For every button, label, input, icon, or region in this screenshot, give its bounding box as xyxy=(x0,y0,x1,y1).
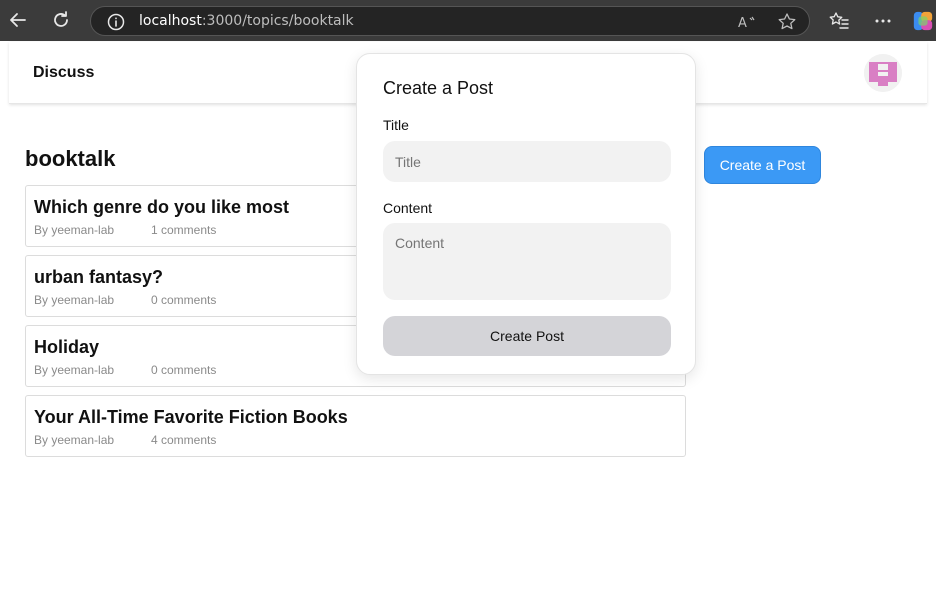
post-comment-count: 4 comments xyxy=(151,433,217,447)
post-title[interactable]: Which genre do you like most xyxy=(34,197,289,218)
create-post-popover: Create a Post Title Content Create Post xyxy=(356,53,696,375)
post-author: By yeeman-lab xyxy=(34,293,115,307)
post-title[interactable]: Your All-Time Favorite Fiction Books xyxy=(34,407,348,428)
site-info-icon[interactable] xyxy=(107,13,125,31)
create-post-button[interactable]: Create a Post xyxy=(704,146,821,184)
avatar-identicon xyxy=(864,54,902,92)
content-label: Content xyxy=(383,200,433,216)
url-host: localhost xyxy=(139,13,202,29)
svg-text:A: A xyxy=(738,16,747,31)
content-textarea[interactable] xyxy=(383,223,671,300)
title-label: Title xyxy=(383,117,409,133)
submit-post-button[interactable]: Create Post xyxy=(383,316,671,356)
more-options-icon[interactable] xyxy=(872,10,894,32)
post-author: By yeeman-lab xyxy=(34,363,115,377)
address-bar[interactable]: localhost:3000/topics/booktalk A xyxy=(90,6,810,36)
browser-toolbar: localhost:3000/topics/booktalk A xyxy=(0,0,936,41)
post-comment-count: 1 comments xyxy=(151,223,217,237)
refresh-icon xyxy=(54,11,68,27)
title-input[interactable] xyxy=(383,141,671,182)
popover-heading: Create a Post xyxy=(383,78,494,98)
back-arrow-icon xyxy=(10,13,26,27)
post-title[interactable]: Holiday xyxy=(34,337,99,358)
favorites-icon[interactable] xyxy=(828,10,850,32)
copilot-icon[interactable] xyxy=(912,10,934,32)
read-aloud-icon[interactable]: A xyxy=(737,12,757,32)
refresh-button[interactable] xyxy=(49,8,73,32)
post-author: By yeeman-lab xyxy=(34,433,115,447)
favorite-star-icon[interactable] xyxy=(777,12,797,32)
post-comment-count: 0 comments xyxy=(151,293,217,307)
post-title[interactable]: urban fantasy? xyxy=(34,267,163,288)
post-item[interactable]: Your All-Time Favorite Fiction Books By … xyxy=(25,395,686,457)
post-author: By yeeman-lab xyxy=(34,223,115,237)
url-path: :3000/topics/booktalk xyxy=(201,13,354,29)
back-button[interactable] xyxy=(6,8,30,32)
avatar[interactable] xyxy=(864,54,902,92)
brand-link[interactable]: Discuss xyxy=(33,64,94,82)
topic-title: booktalk xyxy=(25,146,116,171)
post-comment-count: 0 comments xyxy=(151,363,217,377)
url-text[interactable]: localhost:3000/topics/booktalk xyxy=(139,13,354,29)
